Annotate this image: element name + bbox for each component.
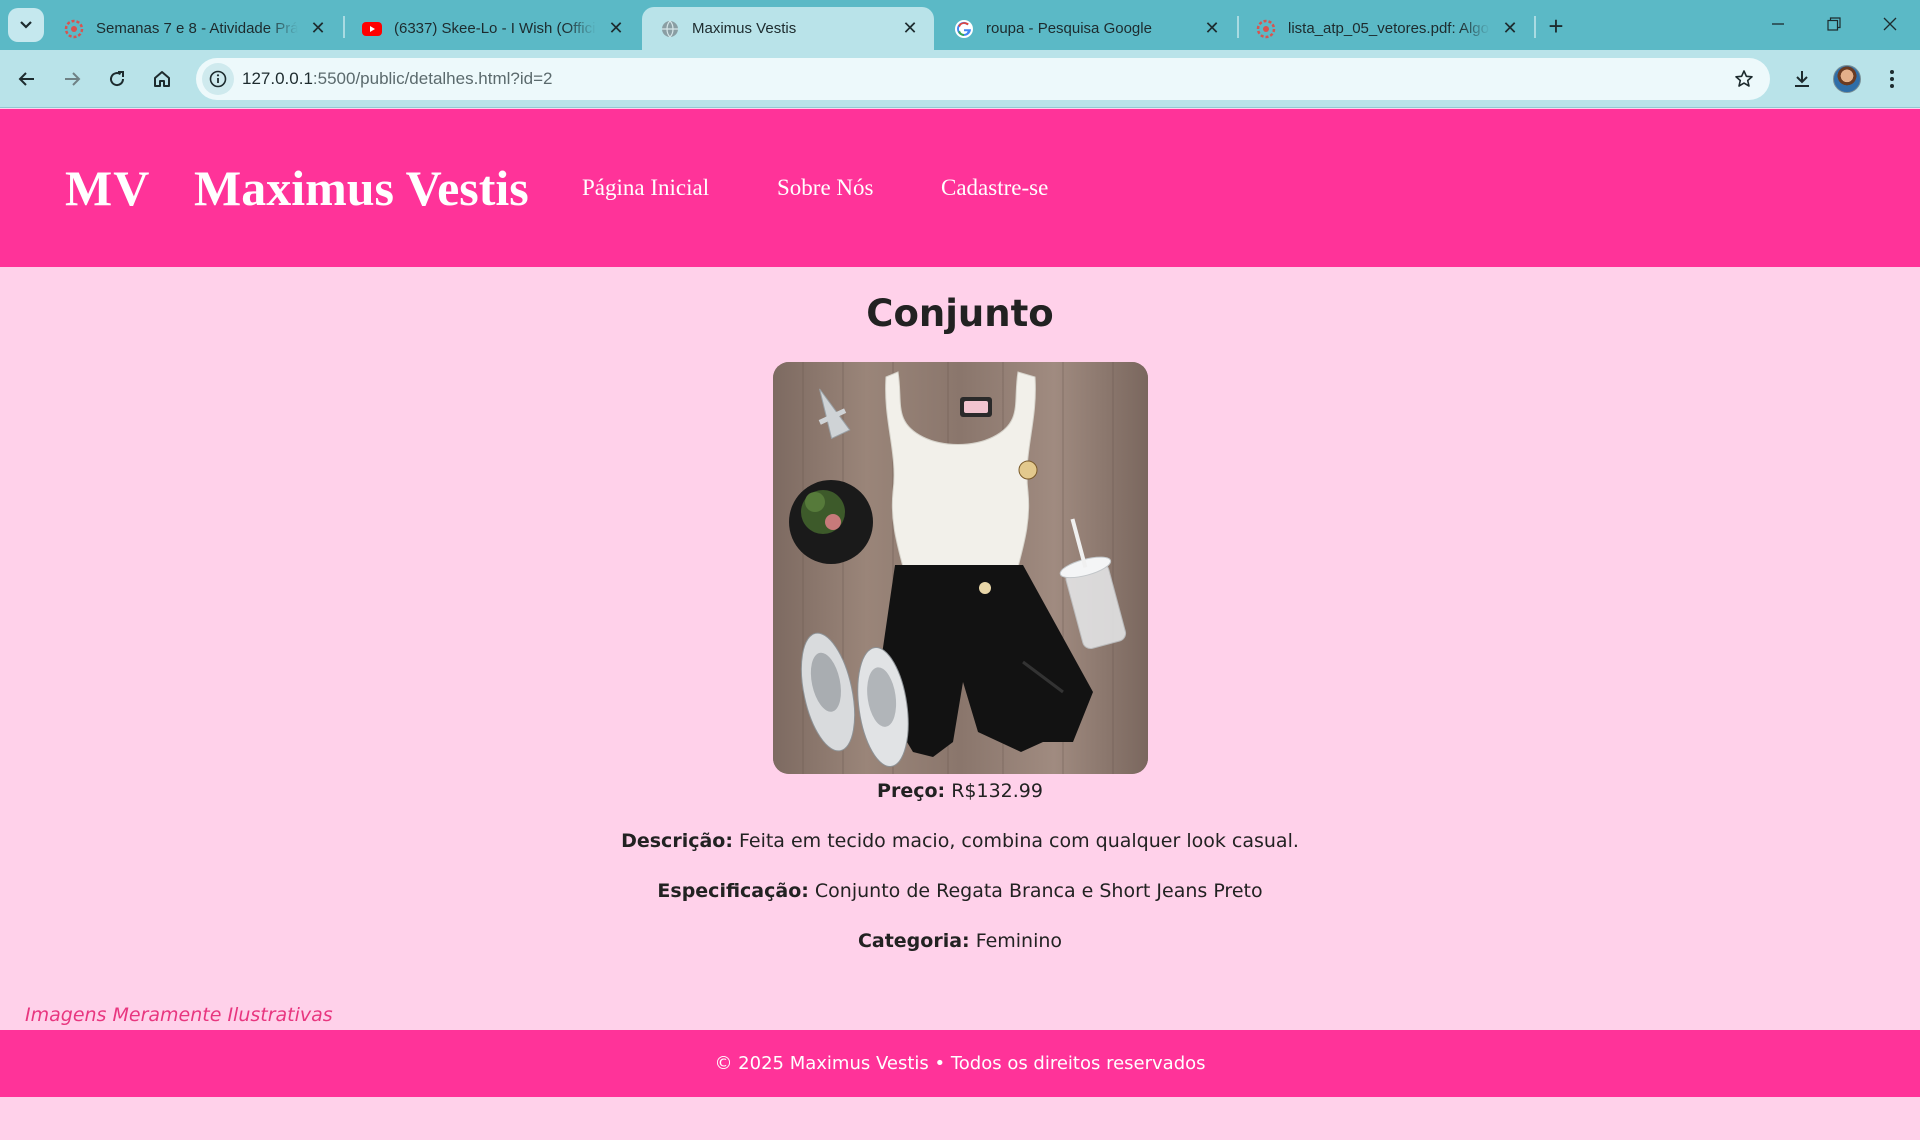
restore-button[interactable] — [1814, 8, 1854, 40]
more-vertical-icon — [1890, 70, 1894, 88]
image-disclaimer: Imagens Meramente Ilustrativas — [25, 1004, 333, 1026]
forward-button[interactable] — [55, 62, 89, 96]
profile-button[interactable] — [1830, 62, 1864, 96]
tab-1[interactable]: (6337) Skee-Lo - I Wish (Official ✕ — [344, 7, 640, 50]
product-price: Preço: R$132.99 — [0, 780, 1920, 802]
price-label: Preço: — [877, 780, 946, 802]
info-icon — [209, 70, 227, 88]
description-value: Feita em tecido macio, combina com qualq… — [739, 830, 1299, 852]
tab-strip: Semanas 7 e 8 - Atividade Prática ✕ (633… — [0, 0, 1920, 50]
description-label: Descrição: — [621, 830, 733, 852]
back-button[interactable] — [10, 62, 44, 96]
restore-icon — [1827, 17, 1841, 31]
price-value: R$132.99 — [951, 780, 1043, 802]
star-icon — [1735, 70, 1753, 87]
url-host: 127.0.0.1 — [242, 69, 313, 88]
nav-link-about[interactable]: Sobre Nós — [777, 175, 873, 201]
reload-icon — [110, 71, 125, 87]
close-icon[interactable]: ✕ — [1202, 18, 1222, 39]
close-window-button[interactable] — [1870, 8, 1910, 40]
close-icon — [1883, 17, 1897, 31]
google-icon — [954, 19, 974, 39]
download-icon — [1795, 71, 1809, 87]
tab-0[interactable]: Semanas 7 e 8 - Atividade Prática ✕ — [46, 7, 342, 50]
product-category: Categoria: Feminino — [0, 930, 1920, 952]
category-label: Categoria: — [857, 930, 970, 952]
tab-divider — [1534, 16, 1536, 38]
site-footer: © 2025 Maximus Vestis • Todos os direito… — [0, 1030, 1920, 1097]
tab-title: roupa - Pesquisa Google — [986, 20, 1152, 37]
site-name: Maximus Vestis — [194, 160, 529, 216]
tab-3[interactable]: roupa - Pesquisa Google ✕ — [936, 7, 1236, 50]
reload-button[interactable] — [100, 62, 134, 96]
new-tab-button[interactable]: + — [1542, 11, 1570, 41]
downloads-button[interactable] — [1785, 62, 1819, 96]
site-header: MV Maximus Vestis Página Inicial Sobre N… — [0, 109, 1920, 267]
close-icon[interactable]: ✕ — [900, 18, 920, 39]
close-icon[interactable]: ✕ — [606, 18, 626, 39]
avatar — [1833, 65, 1861, 93]
site-logo[interactable]: MV — [65, 159, 150, 217]
browser-toolbar: 127.0.0.1:5500/public/detalhes.html?id=2 — [0, 50, 1920, 108]
menu-button[interactable] — [1875, 62, 1909, 96]
minimize-button[interactable] — [1758, 8, 1798, 40]
spec-value: Conjunto de Regata Branca e Short Jeans … — [814, 880, 1263, 902]
home-button[interactable] — [145, 62, 179, 96]
tab-2-active[interactable]: Maximus Vestis ✕ — [642, 7, 934, 50]
tab-title: Semanas 7 e 8 - Atividade Prática — [96, 20, 298, 37]
pucminas-icon — [1256, 19, 1276, 39]
nav-link-signup[interactable]: Cadastre-se — [941, 175, 1048, 201]
product-image — [773, 362, 1148, 774]
site-info-button[interactable] — [202, 63, 234, 95]
copyright-text: © 2025 Maximus Vestis • Todos os direito… — [714, 1053, 1206, 1074]
bookmark-button[interactable] — [1732, 67, 1756, 91]
arrow-right-icon — [65, 72, 81, 86]
chevron-down-icon — [20, 21, 32, 29]
product-title: Conjunto — [866, 292, 1054, 335]
minimize-icon — [1772, 23, 1784, 25]
nav-link-home[interactable]: Página Inicial — [582, 175, 709, 201]
category-value: Feminino — [975, 930, 1063, 952]
youtube-icon — [362, 19, 382, 39]
product-specification: Especificação: Conjunto de Regata Branca… — [0, 880, 1920, 902]
home-icon — [154, 71, 170, 87]
url-text[interactable]: 127.0.0.1:5500/public/detalhes.html?id=2 — [242, 69, 553, 89]
outfit-photo — [773, 362, 1148, 774]
product-description: Descrição: Feita em tecido macio, combin… — [0, 830, 1920, 852]
tab-title: (6337) Skee-Lo - I Wish (Official — [394, 20, 596, 37]
tab-title: lista_atp_05_vetores.pdf: Algorit — [1288, 20, 1490, 37]
pucminas-icon — [64, 19, 84, 39]
tab-title: Maximus Vestis — [692, 20, 797, 37]
arrow-left-icon — [18, 72, 34, 86]
url-path: :5500/public/detalhes.html?id=2 — [312, 69, 553, 88]
close-icon[interactable]: ✕ — [308, 18, 328, 39]
address-bar[interactable]: 127.0.0.1:5500/public/detalhes.html?id=2 — [196, 58, 1770, 100]
close-icon[interactable]: ✕ — [1500, 18, 1520, 39]
globe-icon — [660, 19, 680, 39]
spec-label: Especificação: — [657, 880, 809, 902]
tab-search-button[interactable] — [8, 8, 44, 42]
tab-4[interactable]: lista_atp_05_vetores.pdf: Algorit ✕ — [1238, 7, 1534, 50]
